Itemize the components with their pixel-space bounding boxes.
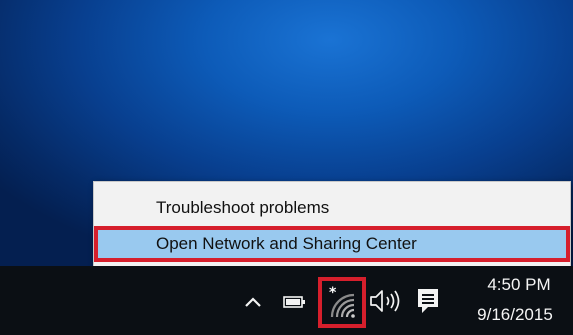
clock-date: 9/16/2015 [477, 305, 553, 324]
wifi-icon[interactable]: * [322, 281, 362, 324]
volume-icon[interactable] [368, 287, 404, 315]
menu-item-open-network-sharing-center[interactable]: Open Network and Sharing Center [94, 226, 570, 262]
action-center-icon[interactable] [414, 286, 442, 316]
menu-item-label: Troubleshoot problems [156, 198, 330, 217]
menu-item-label: Open Network and Sharing Center [156, 234, 417, 253]
chevron-up-icon[interactable] [240, 290, 266, 314]
screen: Troubleshoot problems Open Network and S… [0, 0, 573, 335]
clock-time: 4:50 PM [487, 275, 551, 294]
battery-icon[interactable] [283, 293, 307, 311]
taskbar-clock[interactable]: 4:50 PM 9/16/2015 [459, 270, 571, 332]
menu-item-troubleshoot-problems[interactable]: Troubleshoot problems [94, 190, 570, 226]
network-context-menu: Troubleshoot problems Open Network and S… [93, 181, 571, 271]
svg-text:*: * [329, 285, 337, 301]
